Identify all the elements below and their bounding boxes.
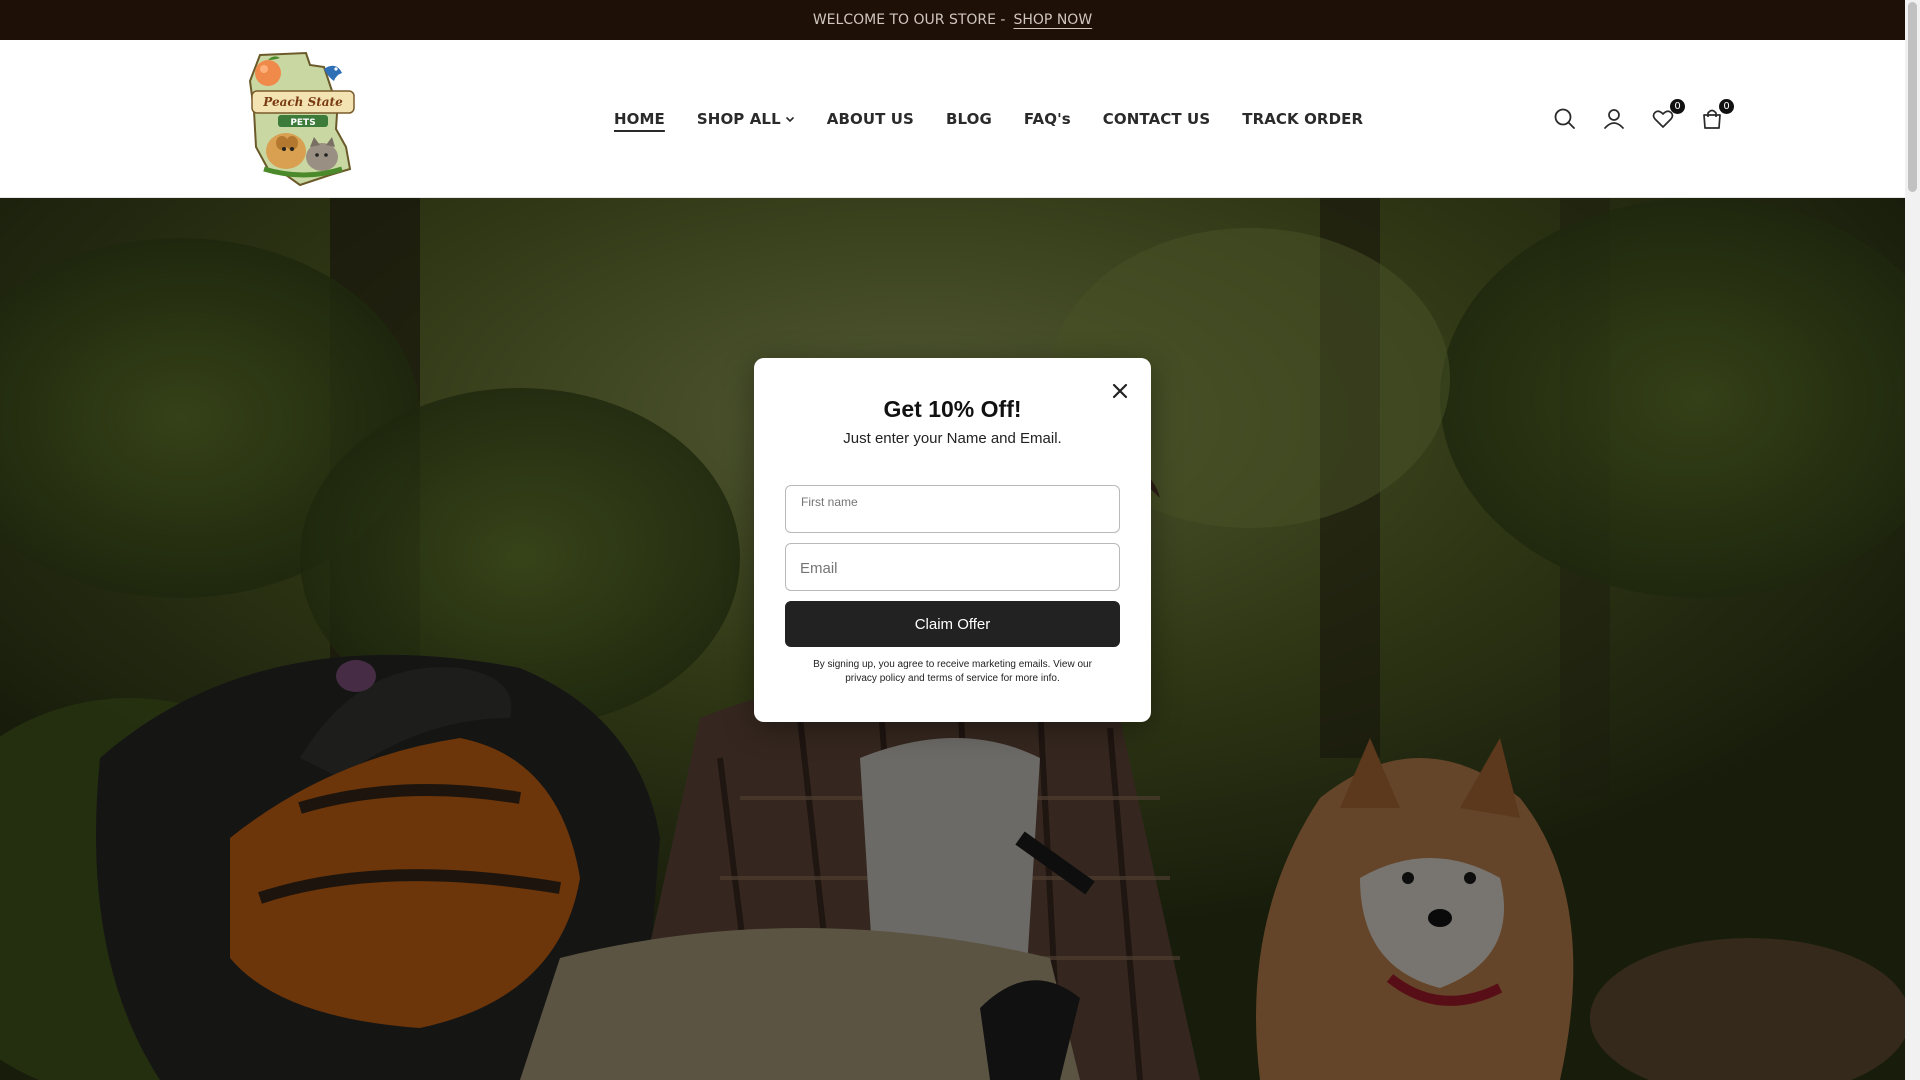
shop-now-link[interactable]: SHOP NOW <box>1014 12 1093 28</box>
discount-popup: Get 10% Off! Just enter your Name and Em… <box>754 358 1151 722</box>
search-icon <box>1554 108 1575 129</box>
popup-subtitle: Just enter your Name and Email. <box>843 430 1062 447</box>
wishlist-button[interactable]: 0 <box>1650 99 1685 132</box>
nav-contact-us[interactable]: CONTACT US <box>1103 110 1210 128</box>
announcement-bar: WELCOME TO OUR STORE - SHOP NOW <box>0 0 1905 40</box>
cart-count-badge: 0 <box>1719 99 1734 114</box>
account-button[interactable] <box>1601 106 1627 132</box>
first-name-label: First name <box>801 495 858 509</box>
main-navigation: HOME SHOP ALL ABOUT US BLOG FAQ's CONTAC… <box>614 40 1363 198</box>
email-field[interactable] <box>785 543 1120 591</box>
page-scrollbar[interactable] <box>1905 0 1920 1080</box>
nav-shop-all[interactable]: SHOP ALL <box>697 110 795 128</box>
search-button[interactable] <box>1552 106 1578 132</box>
nav-faqs[interactable]: FAQ's <box>1024 110 1071 128</box>
first-name-input[interactable] <box>800 510 1109 526</box>
peach-state-pets-logo[interactable]: Peach State PETS <box>246 51 360 187</box>
nav-home[interactable]: HOME <box>614 110 665 128</box>
logo-text-sub: PETS <box>290 118 315 128</box>
site-header: Peach State PETS HOME SHOP ALL ABOUT US … <box>0 40 1905 198</box>
announcement-text: WELCOME TO OUR STORE - <box>812 12 1006 28</box>
first-name-field[interactable]: First name <box>785 485 1120 533</box>
logo-text-main: Peach State <box>262 95 343 109</box>
claim-offer-button[interactable]: Claim Offer <box>785 601 1120 647</box>
popup-title: Get 10% Off! <box>883 396 1022 422</box>
popup-legal-text: By signing up, you agree to receive mark… <box>813 659 1092 684</box>
wishlist-count-badge: 0 <box>1670 99 1685 114</box>
user-icon <box>1604 109 1624 129</box>
email-input[interactable] <box>800 558 1109 578</box>
nav-track-order[interactable]: TRACK ORDER <box>1242 110 1363 128</box>
chevron-down-icon <box>785 116 794 123</box>
header-icons: 0 0 <box>1552 40 1734 198</box>
nav-about-us[interactable]: ABOUT US <box>827 110 914 128</box>
cart-button[interactable]: 0 <box>1699 99 1734 132</box>
nav-blog[interactable]: BLOG <box>946 110 992 128</box>
scrollbar-thumb[interactable] <box>1908 2 1917 192</box>
